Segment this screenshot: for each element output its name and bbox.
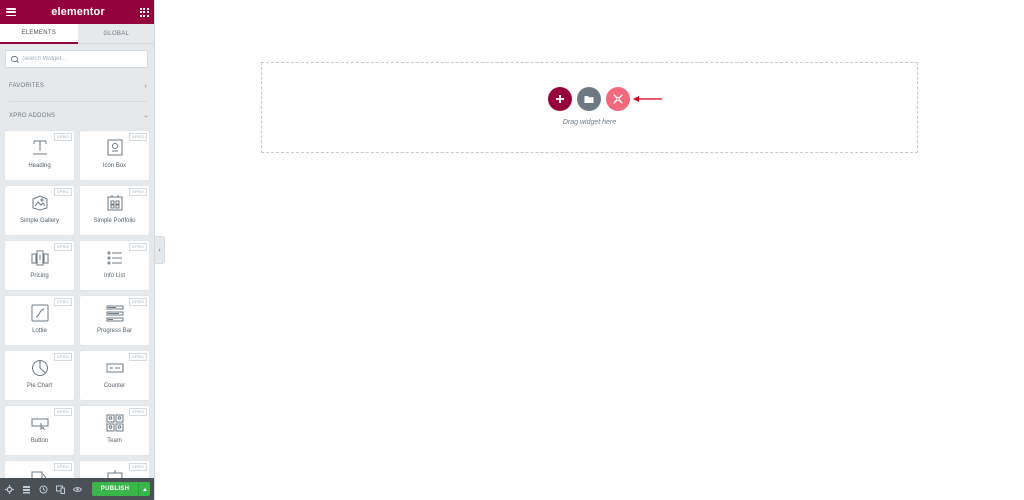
drag-widget-hint: Drag widget here xyxy=(562,119,617,126)
portfolio-icon xyxy=(107,195,122,211)
widget-counter[interactable]: XPRO Counter xyxy=(80,351,149,400)
elementor-panel: elementor ELEMENTS GLOBAL FAVORITES › XP… xyxy=(0,0,155,500)
widget-label: Pie Chart xyxy=(26,383,52,389)
plus-icon xyxy=(556,95,564,103)
xpro-addons-section-header[interactable]: XPRO ADDONS › xyxy=(9,110,150,122)
panel-footer: PUBLISH xyxy=(0,478,154,500)
section-divider xyxy=(9,101,147,102)
tab-elements[interactable]: ELEMENTS xyxy=(0,24,78,44)
brand-logo: elementor xyxy=(51,6,105,18)
button-icon xyxy=(31,418,48,431)
xpro-addons-label: XPRO ADDONS xyxy=(9,113,56,119)
counter-icon xyxy=(106,363,123,373)
widget-button[interactable]: XPRO Button xyxy=(5,406,74,455)
widget-label: Simple Portfolio xyxy=(93,218,136,224)
panel-header: elementor xyxy=(0,0,154,24)
panel-tabs: ELEMENTS GLOBAL xyxy=(0,24,154,44)
widget-team[interactable]: XPRO Team xyxy=(80,406,149,455)
chevron-left-icon: ‹ xyxy=(158,246,161,254)
search-input[interactable] xyxy=(22,56,142,62)
widget-search xyxy=(5,50,148,68)
xpro-badge: XPRO xyxy=(128,298,147,306)
xpro-badge: XPRO xyxy=(53,408,72,416)
xpro-badge: XPRO xyxy=(53,298,72,306)
xpro-badge: XPRO xyxy=(128,408,147,416)
xpro-badge: XPRO xyxy=(53,243,72,251)
publish-button[interactable]: PUBLISH xyxy=(92,482,138,496)
responsive-icon[interactable] xyxy=(56,485,65,494)
xpro-templates-button[interactable] xyxy=(606,87,630,111)
pricing-icon xyxy=(31,250,48,266)
chevron-down-icon: › xyxy=(142,114,150,118)
widget-pricing[interactable]: XPRO Pricing xyxy=(5,241,74,290)
widget-label: Lottie xyxy=(32,328,47,334)
favorites-section-header[interactable]: FAVORITES › xyxy=(9,80,147,92)
widget-icon-box[interactable]: XPRO Icon Box xyxy=(80,131,149,180)
widget-label: Counter xyxy=(103,383,126,389)
preview-icon[interactable] xyxy=(73,485,82,494)
xpro-badge: XPRO xyxy=(128,188,147,196)
team-icon xyxy=(106,414,123,432)
lottie-icon xyxy=(31,304,48,322)
search-icon xyxy=(11,55,18,63)
widget-label: Simple Gallery xyxy=(19,218,59,224)
editor-root: elementor ELEMENTS GLOBAL FAVORITES › XP… xyxy=(0,0,1024,500)
menu-icon[interactable] xyxy=(6,8,16,16)
widget-label: Pricing xyxy=(30,273,49,279)
widget-progress-bar[interactable]: XPRO Progress Bar xyxy=(80,296,149,345)
widget-label: Icon Box xyxy=(102,163,127,169)
xpro-badge: XPRO xyxy=(53,463,72,471)
xpro-badge: XPRO xyxy=(128,243,147,251)
widget-grid: XPRO Heading XPRO Icon Box XPRO Simple G… xyxy=(5,131,150,500)
xpro-badge: XPRO xyxy=(128,353,147,361)
xpro-badge: XPRO xyxy=(53,188,72,196)
widget-simple-gallery[interactable]: XPRO Simple Gallery xyxy=(5,186,74,235)
xpro-badge: XPRO xyxy=(53,133,72,141)
caret-up-icon xyxy=(142,487,147,491)
apps-grid-icon[interactable] xyxy=(139,7,149,17)
widget-lottie[interactable]: XPRO Lottie xyxy=(5,296,74,345)
widget-heading[interactable]: XPRO Heading xyxy=(5,131,74,180)
icon-box-icon xyxy=(107,139,122,156)
progress-bar-icon xyxy=(106,305,123,322)
folder-icon xyxy=(584,95,594,103)
widget-label: Heading xyxy=(28,163,51,169)
widget-pie-chart[interactable]: XPRO Pie Chart xyxy=(5,351,74,400)
settings-icon[interactable] xyxy=(5,484,14,494)
history-icon[interactable] xyxy=(39,485,48,494)
widget-label: Team xyxy=(107,438,122,444)
chevron-right-icon: › xyxy=(144,82,147,90)
gallery-icon xyxy=(32,195,47,211)
heading-icon xyxy=(32,140,47,155)
widget-label: Info List xyxy=(103,273,125,279)
widget-info-list[interactable]: XPRO Info List xyxy=(80,241,149,290)
tab-global[interactable]: GLOBAL xyxy=(77,24,154,44)
widget-simple-portfolio[interactable]: XPRO Simple Portfolio xyxy=(80,186,149,235)
xpro-badge: XPRO xyxy=(128,463,147,471)
publish-options-button[interactable] xyxy=(138,482,150,496)
add-section-button[interactable] xyxy=(548,87,572,111)
annotation-arrow-icon xyxy=(633,96,662,102)
pie-chart-icon xyxy=(31,360,48,376)
xpro-badge: XPRO xyxy=(128,133,147,141)
widget-label: Button xyxy=(30,438,49,444)
add-template-button[interactable] xyxy=(577,87,601,111)
xpro-logo-icon xyxy=(613,94,623,104)
navigator-icon[interactable] xyxy=(22,485,31,494)
info-list-icon xyxy=(107,251,122,265)
favorites-label: FAVORITES xyxy=(9,83,45,89)
collapse-panel-button[interactable]: ‹ xyxy=(155,236,165,264)
xpro-badge: XPRO xyxy=(53,353,72,361)
widget-label: Progress Bar xyxy=(96,328,132,334)
